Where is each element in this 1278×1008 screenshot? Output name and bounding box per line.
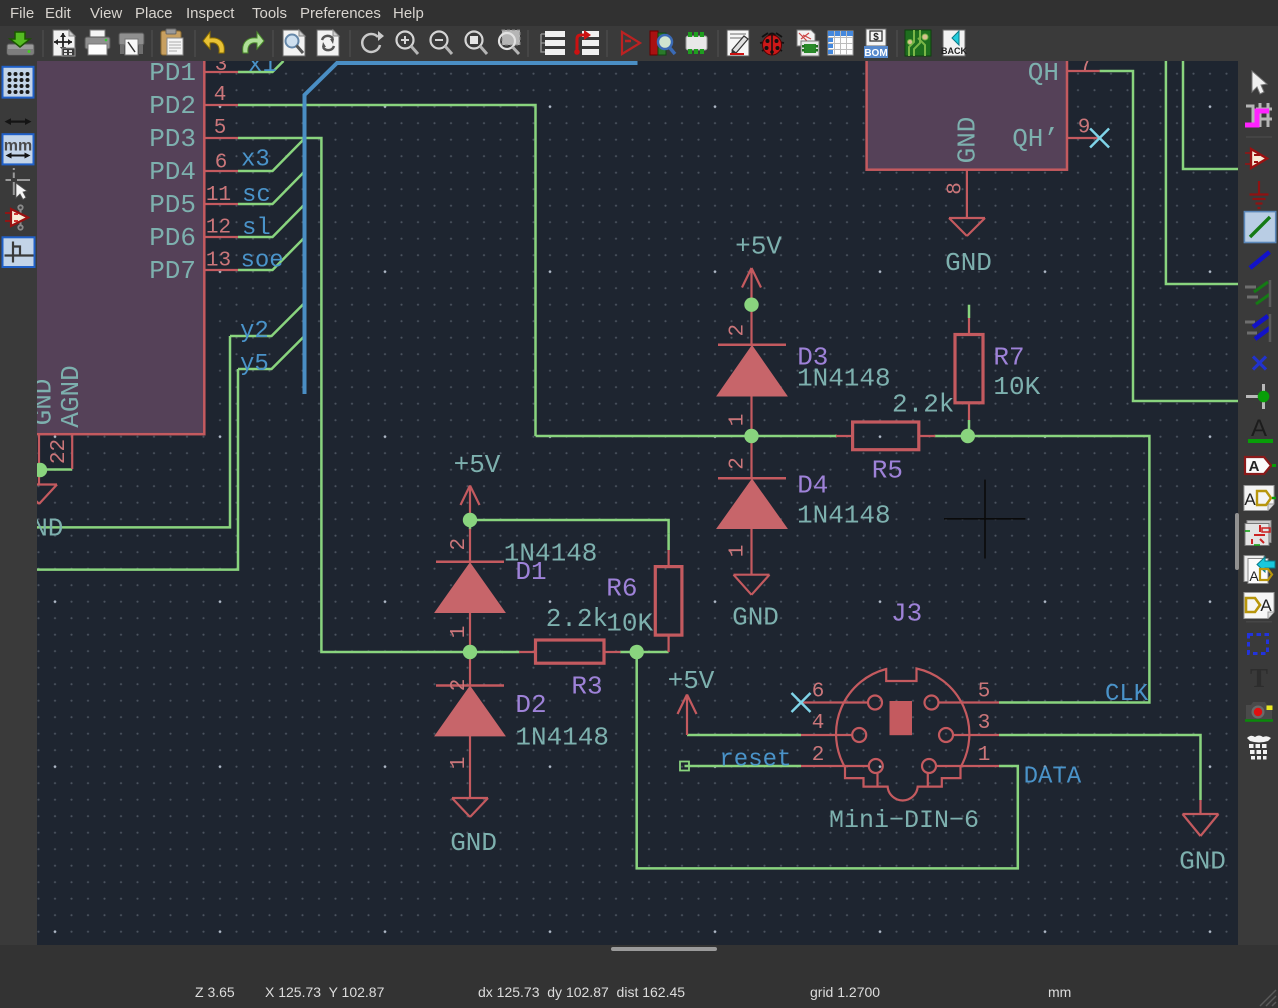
svg-text:5: 5 (214, 117, 227, 140)
svg-text:10K: 10K (993, 372, 1040, 402)
svg-text:sc: sc (242, 182, 271, 209)
svg-text:PD5: PD5 (149, 190, 196, 220)
svg-text:2.2k: 2.2k (546, 604, 608, 634)
svg-text:reset: reset (719, 747, 791, 774)
svg-text:sl: sl (242, 215, 271, 242)
svg-text:10K: 10K (606, 608, 653, 638)
svg-text:J3: J3 (891, 598, 922, 628)
svg-text:GND: GND (953, 117, 983, 164)
svg-text:GND: GND (1179, 846, 1226, 876)
svg-text:+5V: +5V (735, 232, 782, 262)
svg-text:PD7: PD7 (149, 256, 196, 286)
svg-text:2: 2 (727, 457, 750, 470)
svg-text:1: 1 (448, 757, 471, 770)
svg-text:R3: R3 (571, 671, 602, 701)
svg-text:PD4: PD4 (149, 157, 196, 187)
svg-text:A: A (1249, 458, 1260, 475)
svg-text:22: 22 (48, 439, 71, 464)
svg-text:1N4148: 1N4148 (797, 500, 891, 530)
svg-text:2: 2 (727, 324, 750, 337)
svg-text:+5V: +5V (668, 666, 715, 696)
svg-text:GND: GND (37, 513, 63, 543)
svg-text:2: 2 (448, 679, 471, 692)
svg-text:GND: GND (945, 248, 992, 278)
svg-text:1: 1 (978, 744, 991, 767)
svg-text:$: $ (873, 32, 879, 43)
svg-text:9: 9 (1078, 117, 1091, 140)
svg-text:1: 1 (448, 626, 471, 639)
svg-text:soe: soe (241, 248, 284, 275)
svg-text:x1: x1 (248, 61, 277, 79)
svg-text:GND: GND (450, 828, 497, 858)
svg-text:D2: D2 (515, 690, 546, 720)
svg-text:3: 3 (978, 712, 991, 735)
svg-text:13: 13 (206, 250, 231, 273)
svg-text:6: 6 (812, 681, 825, 704)
svg-text:12: 12 (206, 217, 231, 240)
svg-text:R5: R5 (872, 456, 903, 486)
svg-text:PD3: PD3 (149, 124, 196, 154)
svg-text:1N4148: 1N4148 (515, 723, 609, 753)
svg-text:PD6: PD6 (149, 223, 196, 253)
svg-text:y5: y5 (240, 351, 269, 378)
svg-text:2: 2 (448, 538, 471, 551)
svg-text:1: 1 (727, 545, 750, 558)
svg-text:7: 7 (1080, 61, 1093, 77)
svg-text:PD1: PD1 (149, 61, 196, 88)
svg-text:x3: x3 (241, 147, 270, 174)
svg-text:A: A (1249, 568, 1259, 584)
svg-text:PD2: PD2 (149, 91, 196, 121)
svg-text:QH’: QH’ (1012, 124, 1059, 154)
svg-text:GND: GND (732, 603, 779, 633)
svg-text:R6: R6 (606, 574, 637, 604)
svg-text:4: 4 (812, 712, 825, 735)
svg-text:AGND: AGND (56, 365, 86, 427)
svg-text:A: A (1251, 415, 1267, 442)
svg-text:2.2k: 2.2k (892, 389, 954, 419)
svg-text:Mini−DIN−6: Mini−DIN−6 (829, 806, 979, 835)
svg-text:y2: y2 (240, 318, 269, 345)
svg-text:2: 2 (812, 744, 825, 767)
svg-text:A: A (1260, 596, 1272, 615)
svg-text:BOM: BOM (864, 48, 887, 59)
svg-text:D1: D1 (515, 557, 546, 587)
svg-text:8: 8 (945, 182, 968, 195)
svg-text:CLK: CLK (1105, 681, 1149, 708)
svg-text:BACK: BACK (941, 46, 967, 56)
svg-text:5: 5 (978, 681, 991, 704)
svg-text:D4: D4 (797, 470, 828, 500)
svg-text:4: 4 (214, 84, 227, 107)
svg-text:DATA: DATA (1024, 764, 1082, 791)
svg-text:QH: QH (1028, 61, 1059, 88)
svg-text:+5V: +5V (454, 450, 501, 480)
svg-text:D3: D3 (797, 342, 828, 372)
svg-text:11: 11 (206, 184, 231, 207)
svg-text:T: T (1250, 663, 1268, 693)
svg-text:R7: R7 (993, 342, 1024, 372)
svg-text:6: 6 (215, 152, 228, 175)
svg-text:A: A (1244, 490, 1256, 509)
svg-text:1: 1 (727, 414, 750, 427)
svg-text:3: 3 (215, 61, 228, 77)
svg-text:mm: mm (4, 138, 32, 155)
